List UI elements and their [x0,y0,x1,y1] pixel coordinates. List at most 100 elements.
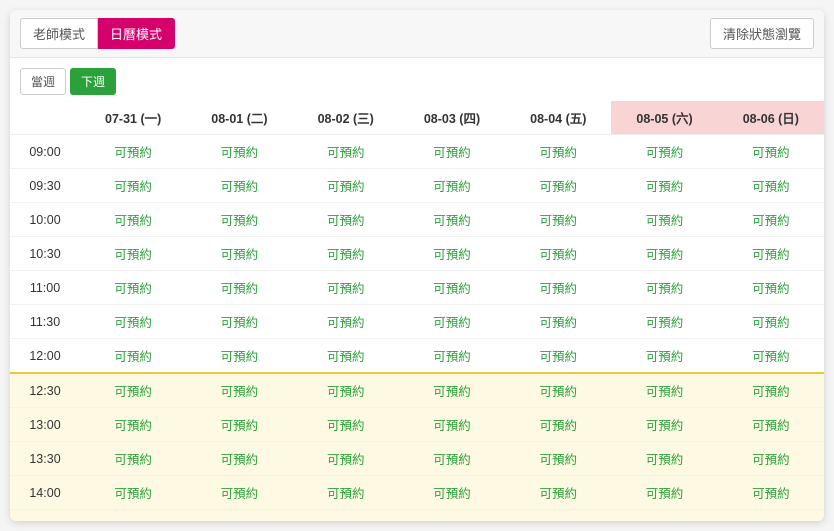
booking-slot[interactable]: 可預約 [611,408,717,442]
booking-slot[interactable]: 可預約 [293,203,399,237]
booking-slot[interactable]: 可預約 [80,442,186,476]
booking-slot[interactable]: 可預約 [505,135,611,169]
booking-slot[interactable]: 可預約 [611,237,717,271]
booking-slot[interactable]: 可預約 [399,373,505,408]
time-label: 14:00 [10,476,80,510]
booking-slot[interactable]: 可預約 [399,442,505,476]
booking-slot[interactable]: 可預約 [80,339,186,374]
booking-slot[interactable]: 可預約 [505,442,611,476]
booking-slot[interactable]: 可預約 [505,339,611,374]
booking-slot[interactable]: 可預約 [186,510,292,522]
tab-teacher-mode[interactable]: 老師模式 [20,18,98,49]
booking-slot[interactable]: 可預約 [293,442,399,476]
booking-slot[interactable]: 可預約 [718,169,824,203]
booking-slot[interactable]: 可預約 [293,135,399,169]
clear-status-button[interactable]: 清除狀態瀏覽 [710,18,814,49]
booking-slot[interactable]: 可預約 [293,305,399,339]
time-label: 13:30 [10,442,80,476]
booking-slot[interactable]: 可預約 [718,135,824,169]
booking-slot[interactable]: 可預約 [293,339,399,374]
booking-slot[interactable]: 可預約 [718,271,824,305]
booking-slot[interactable]: 可預約 [186,169,292,203]
booking-slot[interactable]: 可預約 [718,476,824,510]
week-selector: 當週 下週 [10,58,824,101]
tab-calendar-mode[interactable]: 日曆模式 [98,18,175,49]
day-header: 08-06 (日) [718,101,824,135]
booking-slot[interactable]: 可預約 [186,135,292,169]
time-label: 11:00 [10,271,80,305]
booking-slot[interactable]: 可預約 [399,510,505,522]
booking-slot[interactable]: 可預約 [611,169,717,203]
booking-slot[interactable]: 可預約 [611,373,717,408]
booking-slot[interactable]: 可預約 [611,476,717,510]
booking-slot[interactable]: 可預約 [718,510,824,522]
booking-slot[interactable]: 可預約 [505,271,611,305]
booking-slot[interactable]: 可預約 [718,408,824,442]
booking-slot[interactable]: 可預約 [718,339,824,374]
booking-slot[interactable]: 可預約 [293,169,399,203]
booking-slot[interactable]: 可預約 [505,476,611,510]
current-week-button[interactable]: 當週 [20,68,66,95]
booking-slot[interactable]: 可預約 [80,476,186,510]
booking-slot[interactable]: 可預約 [186,271,292,305]
booking-slot[interactable]: 可預約 [611,135,717,169]
booking-slot[interactable]: 可預約 [505,169,611,203]
calendar-panel: 老師模式 日曆模式 清除狀態瀏覽 當週 下週 07-31 (一)08-01 (二… [10,10,824,521]
booking-slot[interactable]: 可預約 [186,442,292,476]
booking-slot[interactable]: 可預約 [399,271,505,305]
booking-slot[interactable]: 可預約 [399,203,505,237]
booking-slot[interactable]: 可預約 [80,305,186,339]
booking-slot[interactable]: 可預約 [718,442,824,476]
booking-slot[interactable]: 可預約 [399,305,505,339]
booking-slot[interactable]: 可預約 [186,339,292,374]
booking-slot[interactable]: 可預約 [505,203,611,237]
time-label: 09:00 [10,135,80,169]
booking-slot[interactable]: 可預約 [293,510,399,522]
booking-slot[interactable]: 可預約 [505,408,611,442]
booking-slot[interactable]: 可預約 [399,476,505,510]
booking-slot[interactable]: 可預約 [186,237,292,271]
booking-slot[interactable]: 可預約 [293,373,399,408]
booking-slot[interactable]: 可預約 [505,305,611,339]
booking-slot[interactable]: 可預約 [611,510,717,522]
booking-slot[interactable]: 可預約 [80,510,186,522]
booking-slot[interactable]: 可預約 [505,373,611,408]
booking-slot[interactable]: 可預約 [293,271,399,305]
booking-slot[interactable]: 可預約 [611,339,717,374]
booking-slot[interactable]: 可預約 [399,135,505,169]
booking-slot[interactable]: 可預約 [505,510,611,522]
booking-slot[interactable]: 可預約 [80,408,186,442]
booking-slot[interactable]: 可預約 [186,476,292,510]
booking-slot[interactable]: 可預約 [399,408,505,442]
booking-slot[interactable]: 可預約 [80,373,186,408]
booking-slot[interactable]: 可預約 [718,305,824,339]
booking-slot[interactable]: 可預約 [718,203,824,237]
booking-slot[interactable]: 可預約 [80,237,186,271]
booking-slot[interactable]: 可預約 [399,237,505,271]
booking-slot[interactable]: 可預約 [186,305,292,339]
booking-slot[interactable]: 可預約 [293,408,399,442]
booking-slot[interactable]: 可預約 [611,203,717,237]
booking-slot[interactable]: 可預約 [399,169,505,203]
booking-slot[interactable]: 可預約 [399,339,505,374]
time-row: 11:00可預約可預約可預約可預約可預約可預約可預約 [10,271,824,305]
booking-slot[interactable]: 可預約 [80,135,186,169]
booking-slot[interactable]: 可預約 [293,237,399,271]
time-row: 13:00可預約可預約可預約可預約可預約可預約可預約 [10,408,824,442]
booking-slot[interactable]: 可預約 [186,373,292,408]
booking-slot[interactable]: 可預約 [186,408,292,442]
booking-slot[interactable]: 可預約 [611,305,717,339]
booking-slot[interactable]: 可預約 [611,271,717,305]
booking-slot[interactable]: 可預約 [186,203,292,237]
next-week-button[interactable]: 下週 [70,68,116,95]
booking-slot[interactable]: 可預約 [505,237,611,271]
booking-slot[interactable]: 可預約 [80,203,186,237]
day-header: 08-02 (三) [293,101,399,135]
booking-slot[interactable]: 可預約 [80,169,186,203]
booking-slot[interactable]: 可預約 [611,442,717,476]
time-label: 12:30 [10,373,80,408]
booking-slot[interactable]: 可預約 [718,373,824,408]
booking-slot[interactable]: 可預約 [80,271,186,305]
booking-slot[interactable]: 可預約 [718,237,824,271]
booking-slot[interactable]: 可預約 [293,476,399,510]
